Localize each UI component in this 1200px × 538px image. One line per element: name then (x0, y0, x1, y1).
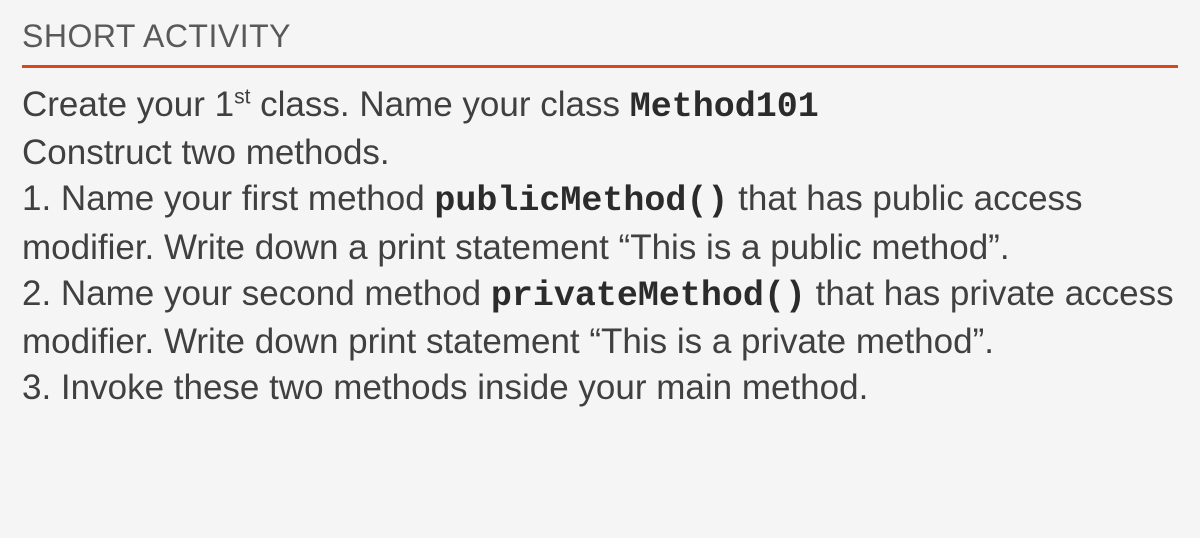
class-name-code: Method101 (630, 87, 819, 127)
item2-code: privateMethod() (491, 276, 806, 316)
activity-content: Create your 1st class. Name your class M… (22, 82, 1178, 411)
list-item-2: 2. Name your second method privateMethod… (22, 271, 1178, 365)
list-item-3: 3. Invoke these two methods inside your … (22, 365, 1178, 411)
list-item-1: 1. Name your first method publicMethod()… (22, 176, 1178, 270)
intro-part2: class. Name your class (250, 85, 629, 124)
intro-part1: Create your 1 (22, 85, 234, 124)
item1-code: publicMethod() (434, 181, 728, 221)
ordinal-suffix: st (234, 85, 250, 108)
item1-prefix: 1. Name your first method (22, 179, 434, 218)
construct-line: Construct two methods. (22, 130, 1178, 176)
intro-line: Create your 1st class. Name your class M… (22, 82, 1178, 130)
item2-prefix: 2. Name your second method (22, 274, 491, 313)
activity-heading: SHORT ACTIVITY (22, 18, 1178, 68)
